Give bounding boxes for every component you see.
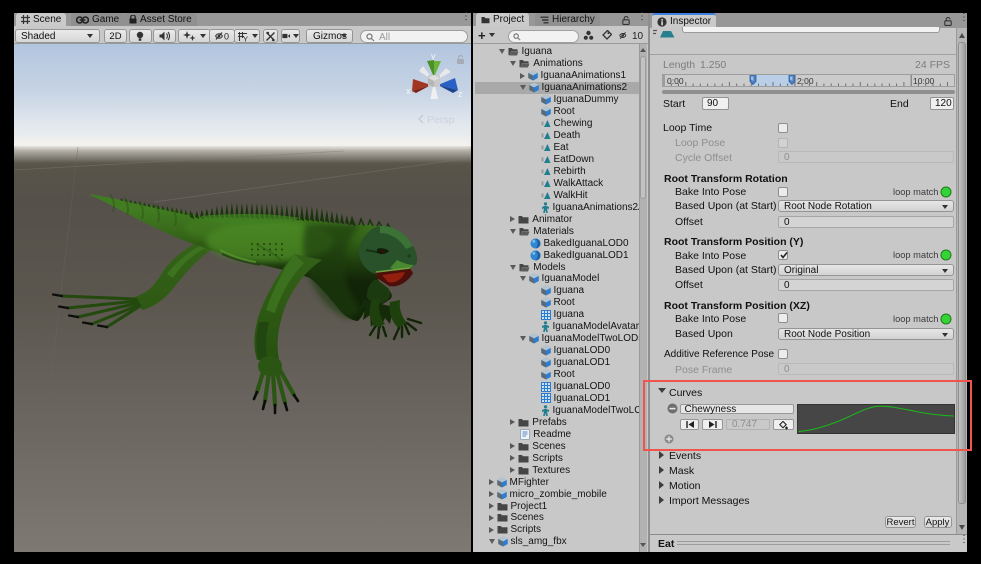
svg-text:0: 0 xyxy=(224,32,229,42)
svg-text:Persp: Persp xyxy=(427,114,455,126)
svg-text:Y: Y xyxy=(243,34,248,42)
svg-text:z: z xyxy=(458,89,463,99)
svg-text:x: x xyxy=(406,86,411,96)
svg-text:y: y xyxy=(431,51,436,61)
